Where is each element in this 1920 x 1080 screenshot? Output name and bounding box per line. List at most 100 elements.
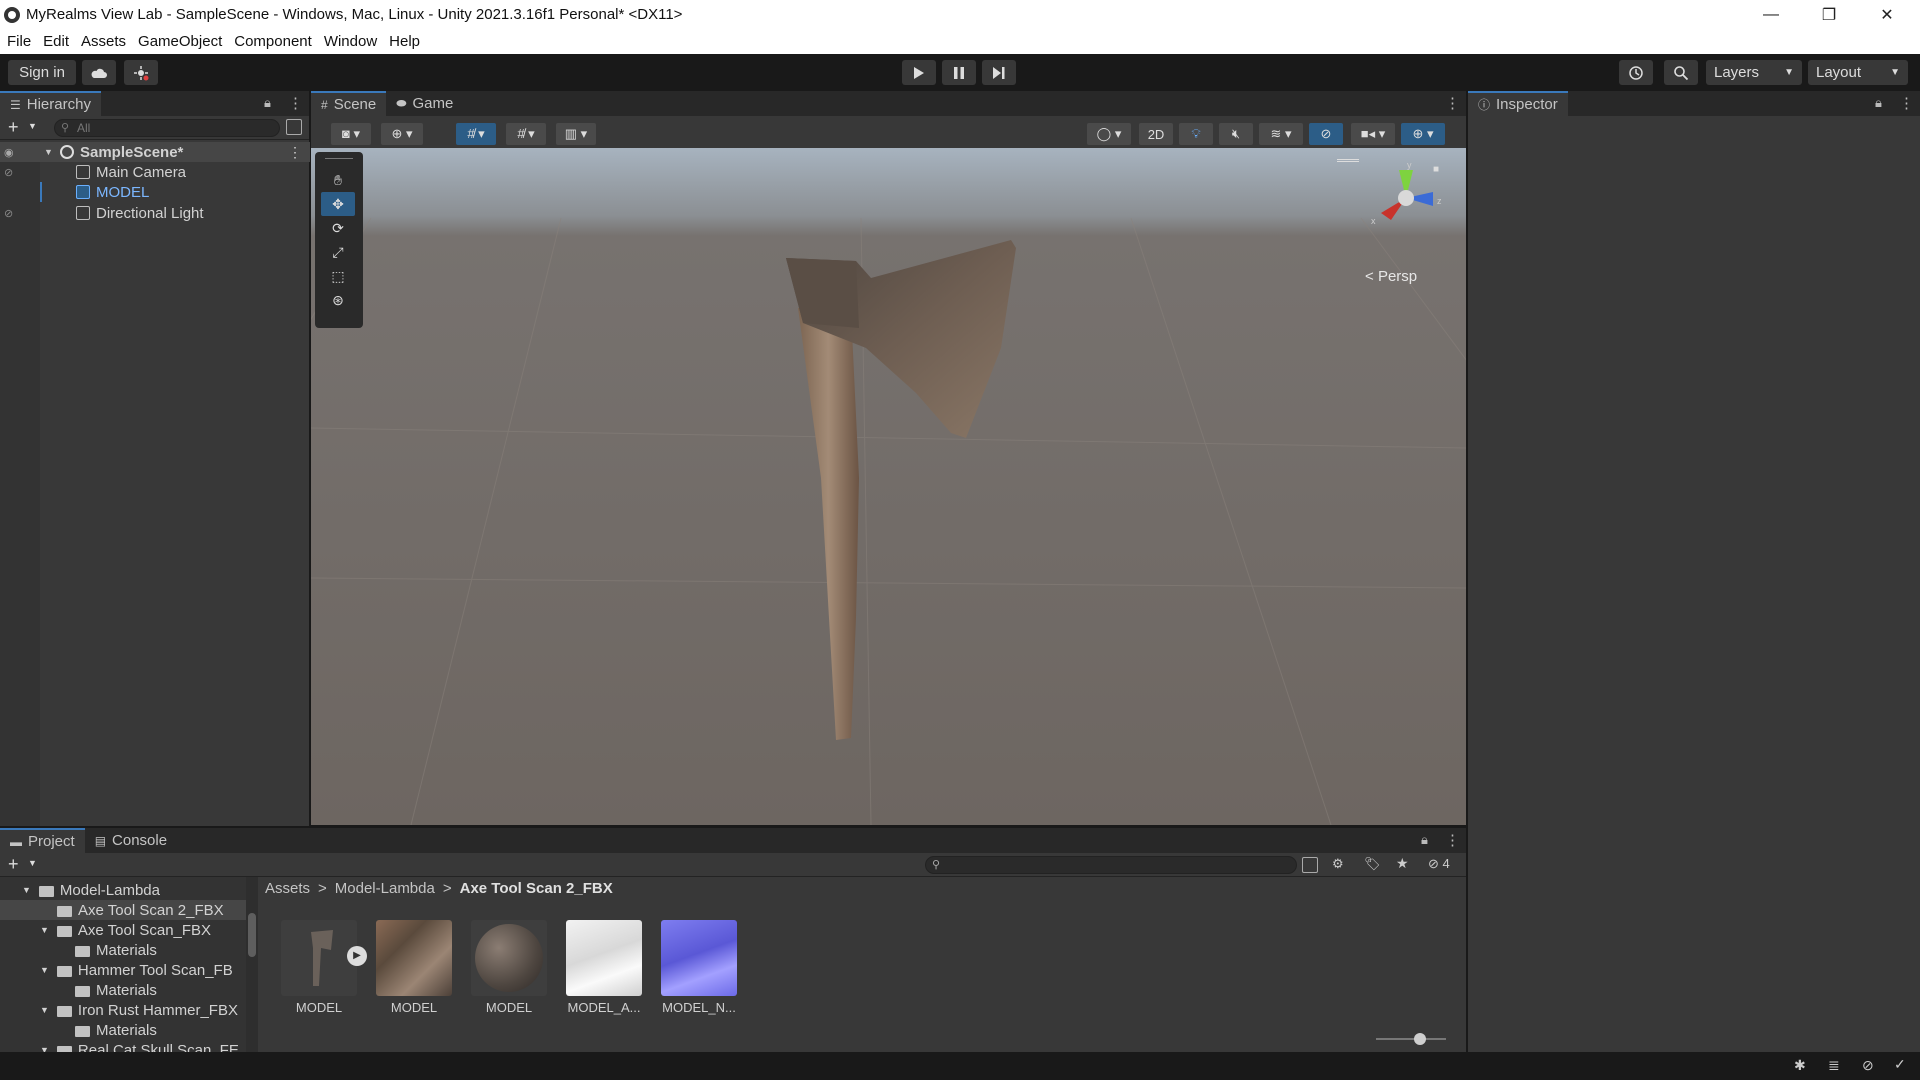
- layers-dropdown[interactable]: Layers ▼: [1706, 60, 1802, 85]
- check-icon[interactable]: ✓: [1894, 1056, 1906, 1073]
- asset-thumbnail[interactable]: [661, 920, 737, 996]
- rect-tool[interactable]: ⬚: [321, 264, 355, 288]
- tree-item-iron-rust-hammer[interactable]: ▼ Iron Rust Hammer_FBX: [0, 1000, 238, 1020]
- thumbnail-size-slider[interactable]: [1376, 1033, 1446, 1045]
- camera-button[interactable]: ■◂ ▾: [1351, 123, 1395, 145]
- hidden-packages-toggle[interactable]: ⊘ 4: [1428, 856, 1450, 872]
- scene-row[interactable]: ◉ ▼ SampleScene* ⋮: [0, 142, 310, 162]
- collab-button[interactable]: [124, 60, 158, 85]
- tree-item-materials[interactable]: Materials: [0, 980, 157, 1000]
- gizmo-lock-icon[interactable]: ■: [1433, 164, 1439, 175]
- rotate-tool[interactable]: ⟳: [321, 216, 355, 240]
- scene-menu-icon[interactable]: ⋮: [288, 144, 302, 161]
- persp-label[interactable]: < Persp: [1365, 268, 1417, 285]
- asset-thumbnail[interactable]: [566, 920, 642, 996]
- 2d-toggle[interactable]: 2D: [1139, 123, 1173, 145]
- search-options-icon[interactable]: [1302, 857, 1318, 873]
- effects-button[interactable]: ≋ ▾: [1259, 123, 1303, 145]
- restore-button[interactable]: ❐: [1800, 0, 1858, 29]
- tab-project[interactable]: ▬ Project: [0, 828, 85, 853]
- lighting-toggle[interactable]: 💡︎: [1179, 123, 1213, 145]
- menu-help[interactable]: Help: [383, 33, 426, 50]
- eye-slash-icon[interactable]: ⊘: [4, 207, 13, 220]
- asset-thumbnail[interactable]: [471, 920, 547, 996]
- tab-inspector[interactable]: ⓘ Inspector: [1468, 91, 1568, 116]
- chevron-down-icon[interactable]: ▼: [28, 858, 37, 868]
- menu-assets[interactable]: Assets: [75, 33, 132, 50]
- tree-item-axe-tool-scan-2[interactable]: Axe Tool Scan 2_FBX: [0, 900, 258, 920]
- hierarchy-search-input[interactable]: ⚲ All: [54, 119, 280, 137]
- overlay-drag-handle[interactable]: [1337, 159, 1359, 162]
- search-options-icon[interactable]: [286, 119, 302, 135]
- gizmos-button[interactable]: ⊕ ▾: [1401, 123, 1445, 145]
- close-button[interactable]: ✕: [1858, 0, 1916, 29]
- tree-scrollbar-thumb[interactable]: [248, 913, 256, 957]
- hierarchy-item-model[interactable]: MODEL: [0, 182, 310, 202]
- hierarchy-lock-icon[interactable]: 🔒︎: [264, 95, 271, 111]
- hierarchy-item-main-camera[interactable]: ⊘ Main Camera: [0, 162, 310, 182]
- audio-toggle[interactable]: 🔇︎: [1219, 123, 1253, 145]
- tree-item-axe-tool-scan[interactable]: ▼ Axe Tool Scan_FBX: [0, 920, 211, 940]
- stack-icon[interactable]: ≣: [1828, 1057, 1840, 1074]
- cloud-button[interactable]: [82, 60, 116, 85]
- ruler-button[interactable]: ▥ ▾: [556, 123, 596, 145]
- scene-viewport[interactable]: y z x ■ < Persp ✋︎ ✥ ⟳ ⤢ ⬚ ⊛: [311, 148, 1466, 825]
- eye-icon[interactable]: ◉: [4, 146, 14, 159]
- tree-item-materials[interactable]: Materials: [0, 940, 157, 960]
- tree-item-materials[interactable]: Materials: [0, 1020, 157, 1040]
- play-preview-icon[interactable]: ▶: [347, 946, 367, 966]
- asset-thumbnail[interactable]: [376, 920, 452, 996]
- menu-window[interactable]: Window: [318, 33, 383, 50]
- inspector-menu-icon[interactable]: ⋮: [1899, 94, 1914, 112]
- star-icon[interactable]: ★: [1396, 855, 1409, 872]
- history-button[interactable]: [1619, 60, 1653, 85]
- move-tool[interactable]: ✥: [321, 192, 355, 216]
- step-button[interactable]: [982, 60, 1016, 85]
- bug-icon[interactable]: ✱: [1794, 1057, 1806, 1074]
- chevron-down-icon[interactable]: ▼: [28, 121, 37, 131]
- play-button[interactable]: [902, 60, 936, 85]
- add-icon[interactable]: +: [8, 854, 19, 875]
- hierarchy-item-directional-light[interactable]: ⊘ Directional Light: [0, 203, 310, 223]
- debug-off-icon[interactable]: ⊘: [1862, 1057, 1874, 1074]
- overlay-grip[interactable]: [325, 158, 353, 166]
- orientation-button[interactable]: ⊕ ▾: [381, 123, 423, 145]
- breadcrumb-current[interactable]: Axe Tool Scan 2_FBX: [460, 880, 613, 897]
- transform-tool[interactable]: ⊛: [321, 288, 355, 312]
- add-icon[interactable]: +: [8, 117, 19, 138]
- draw-mode-button[interactable]: ◙ ▾: [331, 123, 371, 145]
- tree-item-model-lambda[interactable]: ▼ Model-Lambda: [0, 880, 160, 900]
- minimize-button[interactable]: —: [1742, 0, 1800, 29]
- tab-game[interactable]: ⬬ Game: [386, 91, 463, 116]
- hand-tool[interactable]: ✋︎: [321, 168, 355, 192]
- breadcrumb-model-lambda[interactable]: Model-Lambda: [335, 880, 435, 897]
- label-tag-icon[interactable]: 🏷︎: [1364, 856, 1381, 872]
- breadcrumb-assets[interactable]: Assets: [265, 880, 310, 897]
- menu-gameobject[interactable]: GameObject: [132, 33, 228, 50]
- layout-dropdown[interactable]: Layout ▼: [1808, 60, 1908, 85]
- visibility-toggle[interactable]: ⊘: [1309, 123, 1343, 145]
- project-lock-icon[interactable]: 🔒︎: [1421, 832, 1428, 848]
- inspector-lock-icon[interactable]: 🔒︎: [1875, 95, 1882, 111]
- search-button[interactable]: [1664, 60, 1698, 85]
- tree-item-hammer-tool-scan[interactable]: ▼ Hammer Tool Scan_FB: [0, 960, 233, 980]
- scale-tool[interactable]: ⤢: [321, 240, 355, 264]
- scene-menu-icon[interactable]: ⋮: [1445, 94, 1460, 112]
- filter-type-icon[interactable]: ⚙︎: [1332, 856, 1344, 872]
- menu-component[interactable]: Component: [228, 33, 318, 50]
- grid-snap-button[interactable]: #̸ ▾: [456, 123, 496, 145]
- tree-scrollbar[interactable]: [246, 877, 258, 1052]
- project-search-input[interactable]: ⚲: [925, 856, 1297, 874]
- eye-slash-icon[interactable]: ⊘: [4, 166, 13, 179]
- project-menu-icon[interactable]: ⋮: [1445, 831, 1460, 849]
- shading-button[interactable]: ◯ ▾: [1087, 123, 1131, 145]
- sign-in-button[interactable]: Sign in: [8, 60, 76, 85]
- increment-snap-button[interactable]: #̸ ▾: [506, 123, 546, 145]
- tree-item-real-cat-skull-scan[interactable]: ▼ Real Cat Skull Scan_FE: [0, 1040, 239, 1052]
- hierarchy-menu-icon[interactable]: ⋮: [288, 94, 303, 112]
- menu-file[interactable]: File: [1, 33, 37, 50]
- menu-edit[interactable]: Edit: [37, 33, 75, 50]
- slider-thumb[interactable]: [1414, 1033, 1426, 1045]
- asset-thumbnail[interactable]: ▶: [281, 920, 367, 996]
- tab-scene[interactable]: # Scene: [311, 91, 387, 116]
